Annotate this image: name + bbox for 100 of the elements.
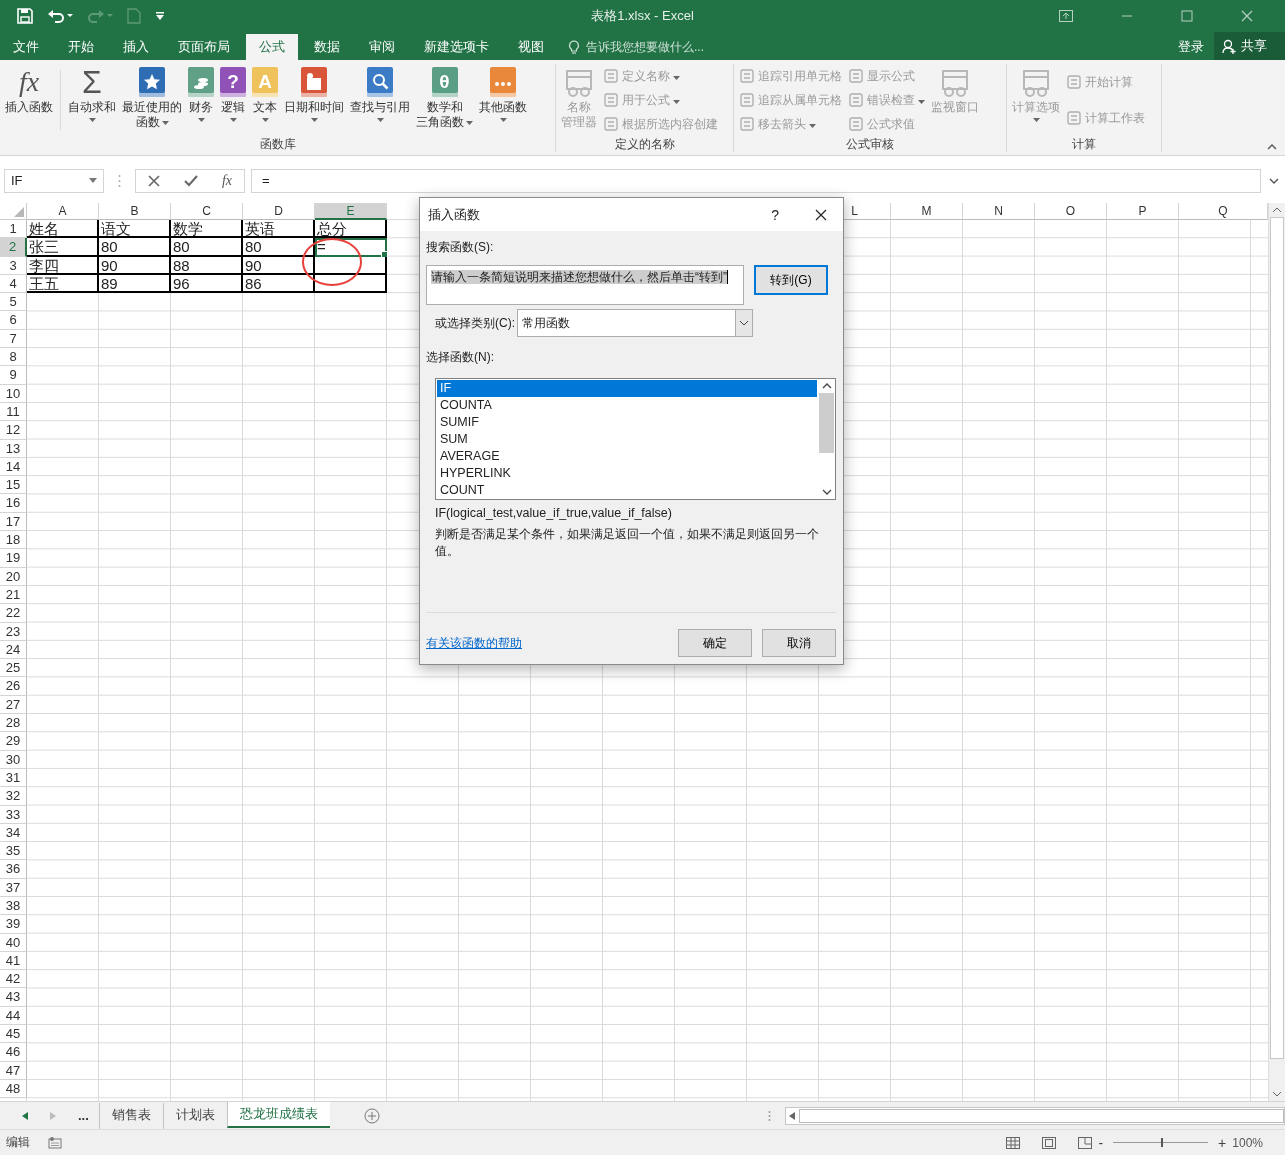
page-break-icon[interactable] (1078, 1136, 1093, 1149)
vertical-scrollbar[interactable] (1268, 203, 1285, 1101)
ribbon-button[interactable]: Σ 自动求和 (65, 64, 119, 122)
row-header[interactable]: 22 (0, 604, 27, 623)
scroll-up-icon[interactable] (821, 383, 832, 389)
tell-me-field[interactable]: 告诉我您想要做什么... (584, 39, 738, 55)
ribbon-button[interactable]: 财务 (185, 64, 217, 122)
ribbon-tab[interactable]: 页面布局 (165, 34, 243, 60)
ribbon-button[interactable]: θ 数学和 三角函数 (413, 64, 476, 130)
zoom-level[interactable]: 100% (1232, 1135, 1263, 1150)
share-button[interactable]: 共享 (1214, 32, 1285, 60)
row-header[interactable]: 2 (0, 238, 27, 257)
ribbon-display-icon[interactable] (1059, 10, 1073, 22)
ribbon-button[interactable]: 其他函数 (476, 64, 530, 122)
help-button[interactable]: ? (771, 206, 779, 223)
help-link[interactable]: 有关该函数的帮助 (426, 634, 522, 652)
sign-in-link[interactable]: 登录 (1178, 34, 1204, 60)
more-sheets-button[interactable]: ... (78, 1108, 89, 1123)
row-header[interactable]: 45 (0, 1025, 27, 1044)
ribbon-tab[interactable]: 审阅 (356, 34, 408, 60)
row-header[interactable]: 9 (0, 366, 27, 385)
scroll-up-icon[interactable] (1272, 207, 1282, 213)
enter-icon[interactable] (183, 174, 198, 187)
row-header[interactable]: 42 (0, 970, 27, 989)
ribbon-button[interactable]: fx 插入函数 (2, 64, 56, 115)
row-header[interactable]: 15 (0, 476, 27, 495)
row-header[interactable]: 8 (0, 348, 27, 367)
row-header[interactable]: 25 (0, 659, 27, 678)
cancel-icon[interactable] (147, 174, 160, 187)
page-layout-icon[interactable] (1042, 1136, 1057, 1149)
row-header[interactable]: 16 (0, 494, 27, 513)
cancel-button[interactable]: 取消 (762, 629, 836, 657)
column-header[interactable]: Q (1179, 203, 1268, 220)
formula-field[interactable]: = (251, 168, 1261, 193)
column-header[interactable]: P (1107, 203, 1179, 220)
row-header[interactable]: 28 (0, 714, 27, 733)
macro-record-icon[interactable] (48, 1136, 62, 1149)
ribbon-tab[interactable]: 文件 (0, 34, 52, 60)
column-header[interactable]: C (171, 203, 243, 220)
undo-icon[interactable] (47, 8, 73, 24)
row-header[interactable]: 18 (0, 531, 27, 550)
zoom-slider[interactable] (1160, 1138, 1163, 1147)
search-field[interactable]: 请输入一条简短说明来描述您想做什么，然后单击“转到” (426, 265, 744, 305)
row-header[interactable]: 29 (0, 732, 27, 751)
ribbon-button[interactable]: 最近使用的 函数 (119, 64, 185, 130)
row-header[interactable]: 19 (0, 549, 27, 568)
function-list-item[interactable]: IF (437, 380, 817, 397)
ribbon-button[interactable]: ? 逻辑 (217, 64, 249, 122)
add-sheet-icon[interactable] (363, 1107, 380, 1124)
row-header[interactable]: 32 (0, 787, 27, 806)
normal-view-icon[interactable] (1006, 1136, 1021, 1149)
ribbon-tab[interactable]: 视图 (505, 34, 557, 60)
ribbon-tab[interactable]: 开始 (55, 34, 107, 60)
column-header[interactable]: D (243, 203, 315, 220)
name-box[interactable]: IF (4, 168, 104, 193)
row-header[interactable]: 36 (0, 860, 27, 879)
row-header[interactable]: 43 (0, 988, 27, 1007)
expand-caret-icon[interactable] (1269, 177, 1279, 184)
function-list-item[interactable]: SUM (437, 431, 817, 448)
row-header[interactable]: 5 (0, 293, 27, 312)
ribbon-tab[interactable]: 新建选项卡 (411, 34, 502, 60)
row-header[interactable]: 1 (0, 220, 27, 239)
ribbon-button[interactable]: 日期和时间 (281, 64, 347, 122)
row-header[interactable]: 12 (0, 421, 27, 440)
insert-function-button[interactable]: fx (221, 172, 232, 189)
function-list-item[interactable]: HYPERLINK (437, 465, 817, 482)
category-select[interactable]: 常用函数 (517, 309, 753, 337)
ok-button[interactable]: 确定 (678, 629, 752, 657)
close-icon[interactable] (815, 208, 827, 221)
row-header[interactable]: 35 (0, 842, 27, 861)
column-header[interactable]: E (315, 203, 387, 220)
scroll-down-icon[interactable] (821, 489, 832, 495)
sheet-tab[interactable]: 恐龙班成绩表 (226, 1102, 330, 1128)
ribbon-button[interactable]: A 文本 (249, 64, 281, 122)
ribbon-button[interactable]: 查找与引用 (347, 64, 413, 122)
customize-caret-icon[interactable] (155, 11, 165, 21)
zoom-in-button[interactable]: + (1218, 1134, 1227, 1151)
function-list-item[interactable]: COUNT (437, 482, 817, 499)
maximize-icon[interactable] (1181, 10, 1193, 22)
horizontal-scrollbar[interactable] (785, 1106, 1285, 1125)
column-header[interactable]: A (27, 203, 99, 220)
sheet-tab[interactable]: 计划表 (162, 1102, 227, 1129)
function-list-item[interactable]: AVERAGE (437, 448, 817, 465)
function-list-item[interactable]: SUMIF (437, 414, 817, 431)
column-header[interactable]: B (99, 203, 171, 220)
zoom-out-button[interactable]: - (1098, 1134, 1104, 1151)
scroll-down-icon[interactable] (1272, 1091, 1282, 1097)
row-header[interactable]: 26 (0, 677, 27, 696)
scroll-left-icon[interactable] (789, 1111, 795, 1120)
collapse-ribbon-icon[interactable] (1267, 144, 1277, 150)
go-button[interactable]: 转到(G) (754, 265, 828, 295)
ribbon-tab[interactable]: 公式 (246, 34, 298, 60)
function-list-item[interactable]: COUNTA (437, 397, 817, 414)
save-icon[interactable] (17, 8, 33, 24)
row-header[interactable]: 46 (0, 1043, 27, 1062)
column-header[interactable]: N (963, 203, 1035, 220)
ribbon-tab[interactable]: 数据 (301, 34, 353, 60)
ribbon-tab[interactable]: 插入 (110, 34, 162, 60)
row-header[interactable]: 6 (0, 311, 27, 330)
sheet-tab[interactable]: 销售表 (98, 1102, 163, 1129)
